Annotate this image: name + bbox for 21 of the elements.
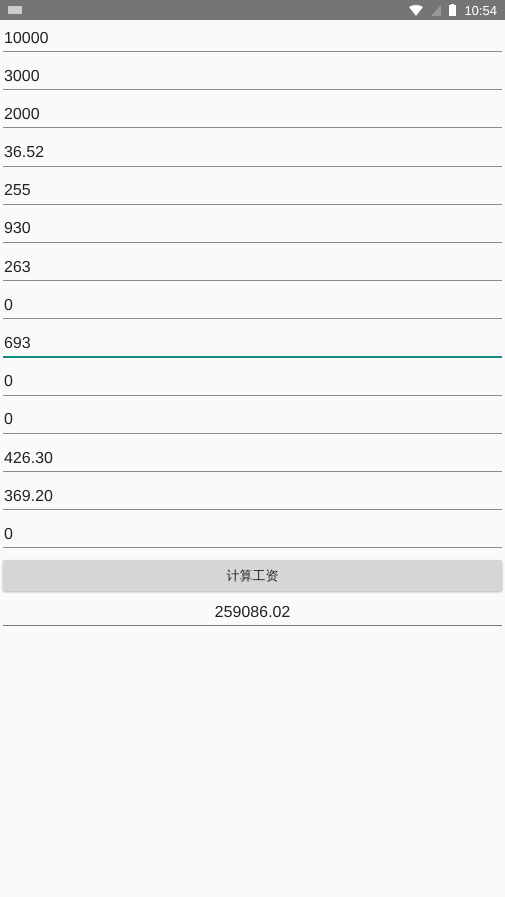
input-field[interactable]: 36.52 <box>3 134 502 167</box>
input-field[interactable]: 369.20 <box>3 478 502 510</box>
input-field[interactable]: 263 <box>3 249 502 282</box>
input-field[interactable]: 10000 <box>3 20 502 52</box>
input-field[interactable]: 930 <box>3 210 502 243</box>
input-field[interactable]: 2000 <box>3 96 502 128</box>
input-field[interactable]: 0 <box>3 516 502 548</box>
result-text: 259086.02 <box>3 604 502 626</box>
no-signal-icon <box>431 4 442 16</box>
keyboard-icon <box>8 6 22 14</box>
wifi-icon <box>409 4 424 16</box>
input-field[interactable]: 0 <box>3 364 502 396</box>
input-field[interactable]: 3000 <box>3 58 502 90</box>
input-field[interactable]: 0 <box>3 402 502 434</box>
calculate-button[interactable]: 计算工资 <box>3 560 502 592</box>
input-field[interactable]: 426.30 <box>3 440 502 472</box>
input-field[interactable]: 255 <box>3 172 502 205</box>
battery-icon <box>449 4 456 16</box>
input-field[interactable]: 0 <box>3 287 502 320</box>
clock-time: 10:54 <box>464 2 497 18</box>
input-field[interactable]: 693 <box>3 326 502 358</box>
